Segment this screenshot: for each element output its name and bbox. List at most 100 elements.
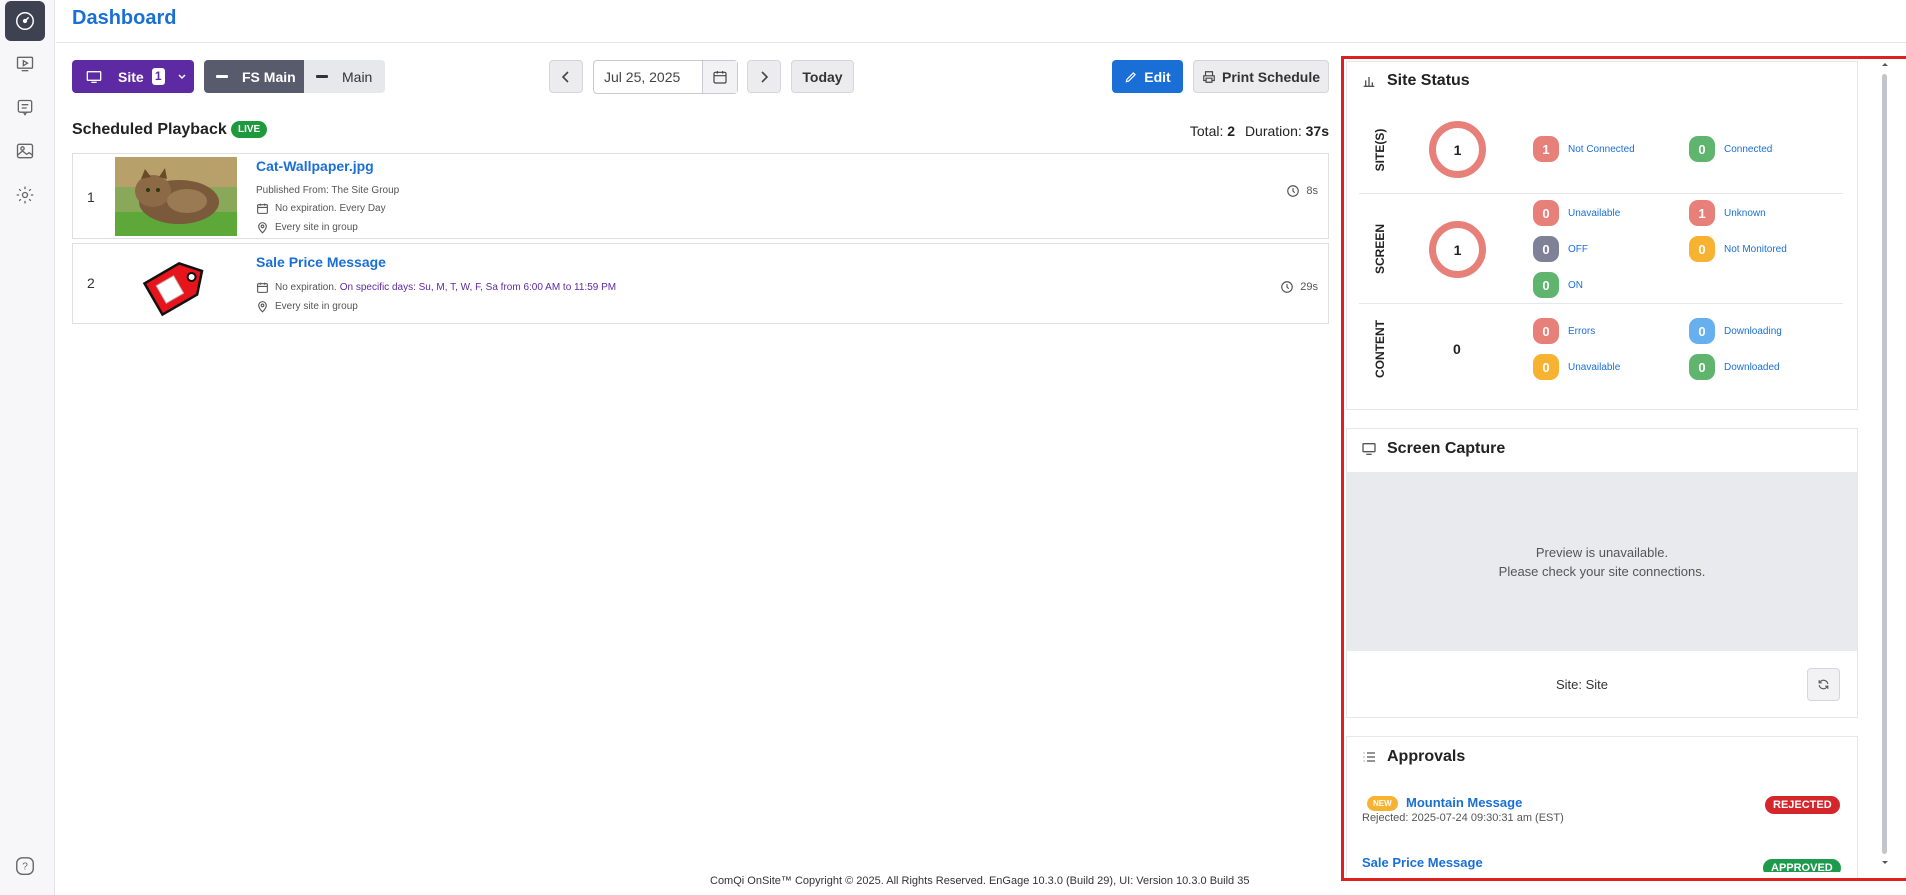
stat-label: Not Connected [1568,143,1635,155]
next-date-button[interactable] [747,60,781,93]
stat-label: Downloading [1724,325,1782,337]
row-duration: 8s [1286,184,1318,198]
nav-settings-icon[interactable] [5,175,45,215]
rejected-badge: REJECTED [1765,796,1840,814]
stat-label: Unavailable [1568,207,1621,219]
schedule-heading: Scheduled Playback [72,121,227,138]
price-tag-thumbnail [115,250,237,320]
today-button[interactable]: Today [791,60,854,93]
expiration-text: No expiration. Every Day [275,203,386,214]
calendar-icon [257,203,268,214]
preview-message-line2: Please check your site connections. [1498,563,1706,579]
bar-chart-icon [1363,77,1375,87]
stat-label: OFF [1568,243,1588,255]
nav-media-icon[interactable] [5,131,45,171]
pencil-icon [1125,71,1137,82]
fs-main-button[interactable]: FS Main [204,60,304,93]
total-label: Total: [1189,123,1224,139]
divider [1359,303,1843,304]
nav-playback-icon[interactable] [5,44,45,84]
count-badge: 0 [1533,318,1559,344]
capture-site-label: Site: Site [1555,677,1609,692]
monitor-icon [86,70,102,83]
screen-row-label: SCREEN [1373,224,1387,275]
content-downloaded[interactable]: 0 Downloaded [1689,354,1780,380]
screen-not-monitored[interactable]: 0 Not Monitored [1689,236,1787,262]
main-button[interactable]: Main [304,60,385,93]
schedule-row[interactable]: 2 Sale Price Message No expiration. On s… [72,243,1329,324]
help-icon[interactable]: ? [5,846,45,886]
chevron-left-icon [561,70,569,83]
schedule-row[interactable]: 1 Cat-Wallpaper.jpg Published From: The … [72,153,1329,239]
location-text: Every site in group [275,222,358,233]
refresh-capture-button[interactable] [1807,668,1840,701]
stat-label: Not Monitored [1724,243,1787,255]
page-title: Dashboard [72,7,177,29]
row-index: 2 [87,275,95,291]
row-expiration: No expiration. Every Day [256,202,386,215]
new-badge: NEW [1367,796,1398,811]
row-index: 1 [87,189,95,205]
minus-icon [216,75,228,78]
count-badge: 0 [1689,236,1715,262]
calendar-icon [257,282,268,293]
scrollbar-thumb[interactable] [1882,74,1887,854]
approval-title[interactable]: Mountain Message [1406,795,1522,810]
print-schedule-button[interactable]: Print Schedule [1193,60,1329,93]
prev-date-button[interactable] [549,60,583,93]
minus-icon [316,75,328,78]
clock-icon [1287,185,1300,197]
calendar-icon[interactable] [702,61,737,93]
print-label: Print Schedule [1221,68,1321,85]
count-badge: 1 [1689,200,1715,226]
list-icon [1363,752,1375,762]
count-badge: 0 [1533,272,1559,298]
screen-off[interactable]: 0 OFF [1533,236,1588,262]
sites-connected[interactable]: 0 Connected [1689,136,1772,162]
row-title[interactable]: Cat-Wallpaper.jpg [256,158,374,174]
content-unavailable[interactable]: 0 Unavailable [1533,354,1620,380]
site-selector-button[interactable]: Site 1 [72,60,194,93]
screen-unavailable[interactable]: 0 Unavailable [1533,200,1620,226]
content-row-label: CONTENT [1373,320,1387,378]
duration-text: 29s [1300,281,1318,293]
location-pin-icon [258,301,267,313]
stat-label: ON [1568,279,1583,291]
row-duration: 29s [1280,280,1318,294]
date-picker[interactable]: Jul 25, 2025 [593,60,738,94]
stat-label: Downloaded [1724,361,1780,373]
right-panel-scrollbar[interactable] [1878,60,1892,870]
content-errors[interactable]: 0 Errors [1533,318,1595,344]
nav-messages-icon[interactable] [5,88,45,128]
preview-message-line1: Preview is unavailable. [1535,544,1669,560]
row-location: Every site in group [256,221,358,234]
screen-on[interactable]: 0 ON [1533,272,1583,298]
top-bar: Dashboard [56,0,1906,43]
total-value: 2 [1227,123,1236,139]
duration-text: 8s [1306,185,1318,197]
site-count-badge: 1 [151,68,165,85]
date-input[interactable]: Jul 25, 2025 [594,69,702,85]
duration-label: Duration: [1244,123,1302,139]
count-badge: 0 [1689,136,1715,162]
row-title[interactable]: Sale Price Message [256,254,386,270]
approvals-title: Approvals [1387,748,1466,765]
main-label: Main [342,68,373,85]
scroll-down-icon[interactable] [1878,857,1892,867]
chevron-down-icon [178,73,186,79]
schedule-totals: Total: 2 Duration: 37s [1190,123,1329,139]
edit-button[interactable]: Edit [1112,60,1183,93]
sites-row-label: SITE(S) [1373,128,1387,172]
published-text: Published From: The Site Group [256,185,400,196]
sites-not-connected[interactable]: 1 Not Connected [1533,136,1635,162]
nav-dashboard-icon[interactable] [5,1,45,41]
screen-unknown[interactable]: 1 Unknown [1689,200,1766,226]
duration-value: 37s [1305,123,1329,139]
chevron-right-icon [761,70,769,83]
location-text: Every site in group [275,301,358,312]
scroll-up-icon[interactable] [1878,60,1892,70]
content-downloading[interactable]: 0 Downloading [1689,318,1782,344]
site-label: Site [118,68,144,85]
approval-title[interactable]: Sale Price Message [1362,855,1483,870]
count-badge: 0 [1533,354,1559,380]
